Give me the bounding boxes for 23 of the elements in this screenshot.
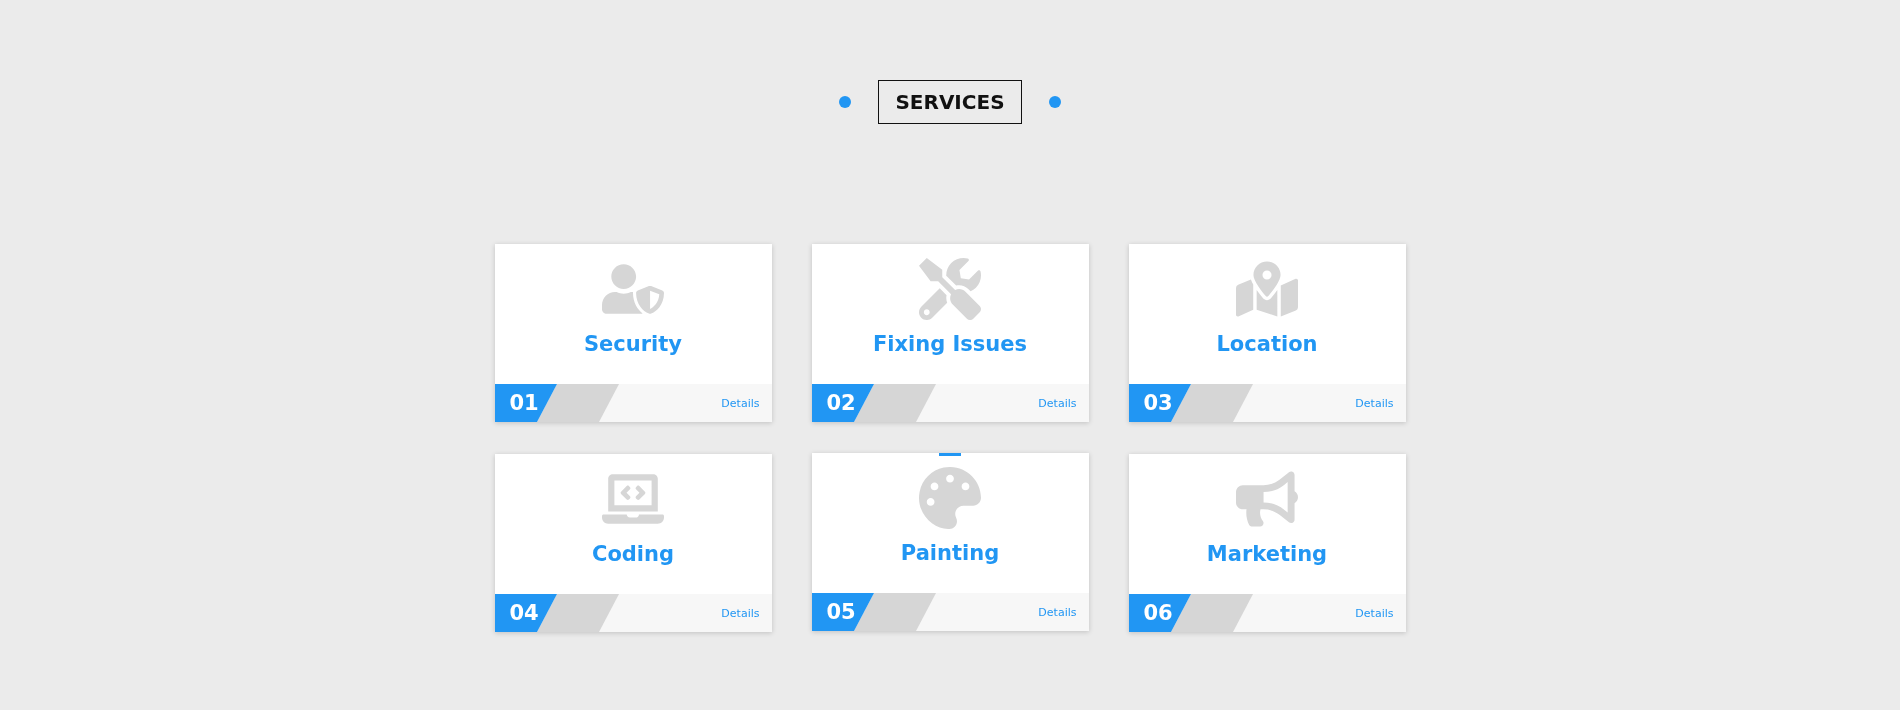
service-number: 05 — [825, 600, 856, 624]
service-title: Fixing Issues — [872, 332, 1028, 356]
service-number: 06 — [1142, 601, 1173, 625]
service-title: Coding — [591, 542, 675, 566]
details-link[interactable]: Details — [1355, 606, 1394, 620]
bullet-dot — [1048, 96, 1061, 108]
service-title: Security — [583, 332, 683, 356]
service-number: 03 — [1142, 391, 1173, 415]
service-title: Marketing — [1206, 542, 1328, 566]
details-link[interactable]: Details — [1355, 396, 1394, 410]
service-number: 01 — [508, 391, 539, 415]
section-title: SERVICES — [878, 80, 1022, 124]
service-title: Painting — [900, 541, 1000, 565]
service-number: 02 — [825, 391, 856, 415]
details-link[interactable]: Details — [1038, 605, 1077, 619]
service-number: 04 — [508, 601, 539, 625]
service-title: Location — [1216, 332, 1318, 356]
palette-icon — [919, 467, 981, 529]
bullet-dot — [839, 96, 852, 108]
details-link[interactable]: Details — [721, 606, 760, 620]
details-link[interactable]: Details — [721, 396, 760, 410]
details-link[interactable]: Details — [1038, 396, 1077, 410]
tools-icon — [919, 258, 981, 320]
